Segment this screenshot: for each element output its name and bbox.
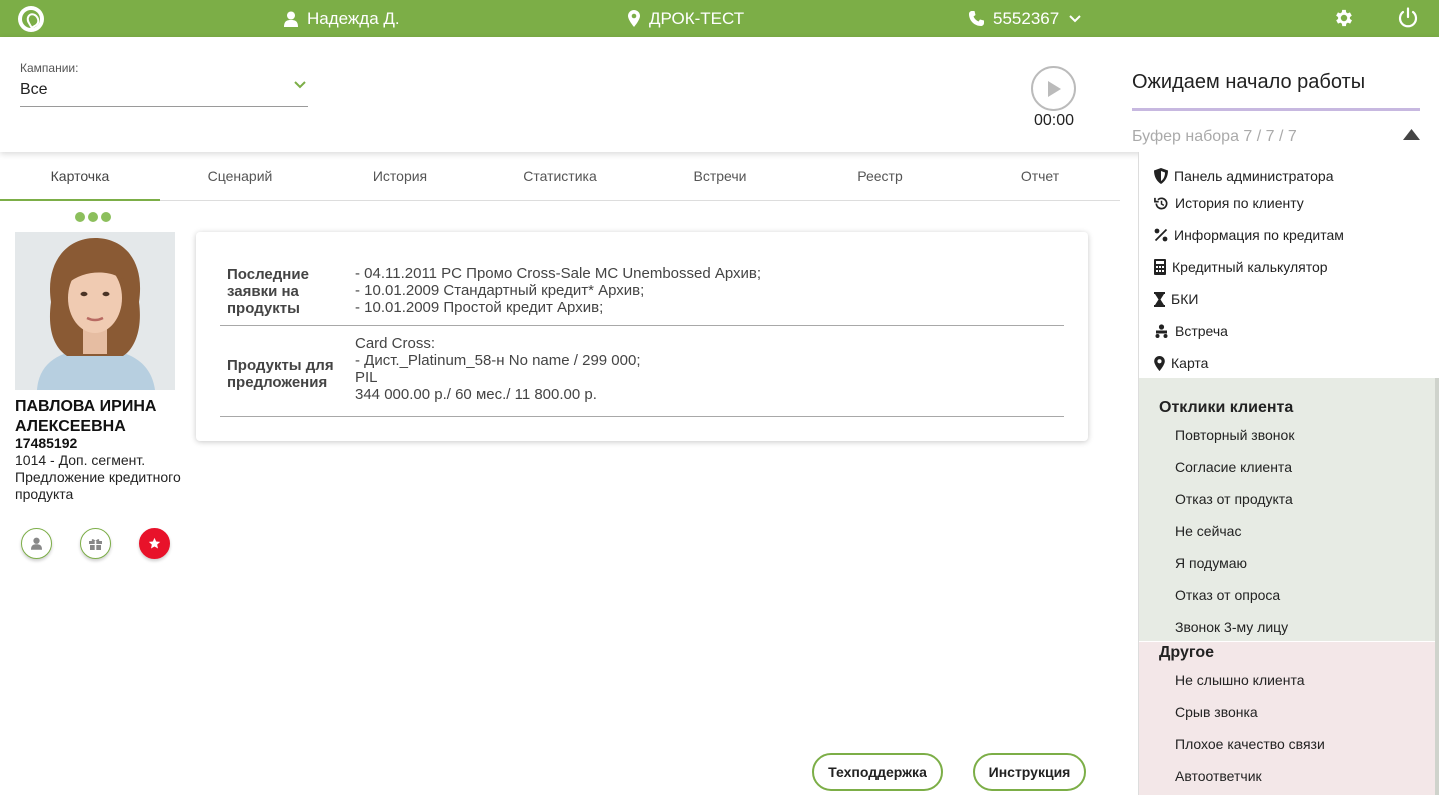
- chevron-down-icon: [294, 81, 306, 89]
- offer-products-row: Продукты для предложения Card Cross: - Д…: [220, 326, 1064, 417]
- globe-logo-icon[interactable]: [18, 6, 44, 32]
- meeting-icon: [1155, 323, 1168, 338]
- sidebar-item-label: Кредитный калькулятор: [1172, 259, 1328, 275]
- map-pin-icon: [628, 10, 640, 27]
- response-item[interactable]: Согласие клиента: [1175, 459, 1292, 475]
- tab-history[interactable]: История: [320, 152, 480, 200]
- gift-button[interactable]: [80, 528, 111, 559]
- response-item[interactable]: Повторный звонок: [1175, 427, 1294, 443]
- list-item: PIL: [355, 369, 378, 386]
- response-item[interactable]: Отказ от опроса: [1175, 587, 1280, 603]
- response-item[interactable]: Звонок 3-му лицу: [1175, 619, 1288, 635]
- response-item[interactable]: Не слышно клиента: [1175, 672, 1305, 688]
- sidebar-item-credit-info[interactable]: Информация по кредитам: [1154, 224, 1344, 246]
- current-location[interactable]: ДРОК-ТЕСТ: [628, 0, 744, 37]
- play-button[interactable]: [1031, 66, 1076, 111]
- list-item: 344 000.00 р./ 60 мес./ 11 800.00 р.: [355, 386, 597, 403]
- user-name: Надежда Д.: [307, 8, 400, 28]
- gear-icon[interactable]: [1333, 7, 1355, 29]
- current-user[interactable]: Надежда Д.: [284, 0, 400, 37]
- response-item[interactable]: Автоответчик: [1175, 768, 1262, 784]
- phone-selector[interactable]: 5552367: [969, 0, 1081, 37]
- other-responses-group: Другое Не слышно клиента Срыв звонка Пло…: [1139, 642, 1437, 795]
- sidebar-scrollbar[interactable]: [1435, 378, 1439, 795]
- campaign-value: Все: [20, 81, 48, 98]
- right-sidebar: Панель администратора История по клиенту…: [1138, 152, 1439, 795]
- favorite-button[interactable]: [139, 528, 170, 559]
- phone-icon: [969, 11, 984, 26]
- group-title: Другое: [1159, 644, 1214, 661]
- list-item: - 04.11.2011 PC Промо Cross-Sale MC Unem…: [355, 265, 762, 282]
- history-icon: [1154, 196, 1168, 209]
- recent-applications-list: - 04.11.2011 PC Промо Cross-Sale MC Unem…: [355, 265, 761, 316]
- map-pin-icon: [1154, 355, 1165, 371]
- campaign-label: Кампании:: [20, 61, 79, 75]
- client-segment: 1014 - Доп. сегмент. Предложение кредитн…: [15, 452, 181, 502]
- client-responses-group: Отклики клиента Повторный звонок Согласи…: [1139, 378, 1437, 641]
- shield-icon: [1154, 168, 1168, 184]
- response-item[interactable]: Не сейчас: [1175, 523, 1241, 539]
- sidebar-item-client-history[interactable]: История по клиенту: [1154, 192, 1304, 214]
- campaign-select[interactable]: Все: [20, 79, 308, 107]
- manual-button[interactable]: Инструкция: [973, 753, 1086, 791]
- tab-card[interactable]: Карточка: [0, 152, 160, 201]
- call-timer: 00:00: [1033, 112, 1075, 129]
- tab-registry[interactable]: Реестр: [800, 152, 960, 200]
- tab-statistics[interactable]: Статистика: [480, 152, 640, 200]
- header-panel: Кампании: Все 00:00 Ожидаем начало работ…: [0, 37, 1439, 152]
- play-icon: [1047, 80, 1061, 97]
- tab-meetings[interactable]: Встречи: [640, 152, 800, 200]
- list-item: Card Cross:: [355, 335, 436, 352]
- sidebar-item-label: БКИ: [1171, 291, 1199, 307]
- calculator-icon: [1154, 259, 1166, 275]
- dial-buffer: Буфер набора 7 / 7 / 7: [1132, 128, 1297, 145]
- tab-bar: Карточка Сценарий История Статистика Вст…: [0, 152, 1120, 201]
- offer-products-list: Card Cross: - Дист._Platinum_58-н No nam…: [355, 335, 641, 403]
- sidebar-item-label: Панель администратора: [1174, 168, 1334, 184]
- hourglass-icon: [1154, 291, 1165, 307]
- client-info-card: Последние заявки на продукты - 04.11.201…: [196, 232, 1088, 441]
- sidebar-item-admin-panel[interactable]: Панель администратора: [1154, 165, 1334, 187]
- client-id: 17485192: [15, 435, 78, 451]
- sidebar-item-label: Информация по кредитам: [1174, 227, 1344, 243]
- sidebar-item-label: Встреча: [1175, 323, 1228, 339]
- response-item[interactable]: Срыв звонка: [1175, 704, 1258, 720]
- status-divider: [1132, 108, 1420, 111]
- location-name: ДРОК-ТЕСТ: [649, 8, 745, 28]
- tab-report[interactable]: Отчет: [960, 152, 1120, 200]
- star-icon: [148, 537, 161, 549]
- client-photo: [15, 232, 175, 390]
- sidebar-item-label: Карта: [1171, 355, 1209, 371]
- sidebar-item-map[interactable]: Карта: [1154, 352, 1208, 374]
- recent-applications-label: Последние заявки на продукты: [227, 266, 309, 317]
- sidebar-item-label: История по клиенту: [1175, 195, 1304, 211]
- response-item[interactable]: Я подумаю: [1175, 555, 1247, 571]
- chevron-down-icon: [1069, 14, 1081, 22]
- recent-applications-row: Последние заявки на продукты - 04.11.201…: [220, 232, 1064, 326]
- work-status: Ожидаем начало работы: [1132, 71, 1366, 93]
- list-item: - Дист._Platinum_58-н No name / 299 000;: [355, 352, 641, 369]
- triangle-up-icon[interactable]: [1403, 129, 1420, 140]
- list-item: - 10.01.2009 Простой кредит Архив;: [355, 299, 604, 316]
- offer-products-label: Продукты для предложения: [227, 357, 334, 391]
- more-dots-icon[interactable]: [75, 212, 111, 222]
- client-name: ПАВЛОВА ИРИНА АЛЕКСЕЕВНА: [15, 398, 157, 435]
- percent-icon: [1154, 228, 1168, 242]
- phone-number: 5552367: [993, 8, 1060, 28]
- list-item: - 10.01.2009 Стандартный кредит* Архив;: [355, 282, 645, 299]
- response-item[interactable]: Отказ от продукта: [1175, 491, 1293, 507]
- top-bar: Надежда Д. ДРОК-ТЕСТ 5552367: [0, 0, 1439, 37]
- support-button[interactable]: Техподдержка: [812, 753, 943, 791]
- client-profile-button[interactable]: [21, 528, 52, 559]
- user-icon: [31, 537, 42, 550]
- power-icon[interactable]: [1397, 7, 1419, 29]
- sidebar-item-meeting[interactable]: Встреча: [1154, 320, 1228, 342]
- gift-icon: [89, 538, 102, 550]
- group-title: Отклики клиента: [1159, 399, 1294, 416]
- sidebar-item-bki[interactable]: БКИ: [1154, 288, 1198, 310]
- response-item[interactable]: Плохое качество связи: [1175, 736, 1325, 752]
- tab-scenario[interactable]: Сценарий: [160, 152, 320, 200]
- sidebar-item-calculator[interactable]: Кредитный калькулятор: [1154, 256, 1328, 278]
- user-icon: [284, 11, 298, 27]
